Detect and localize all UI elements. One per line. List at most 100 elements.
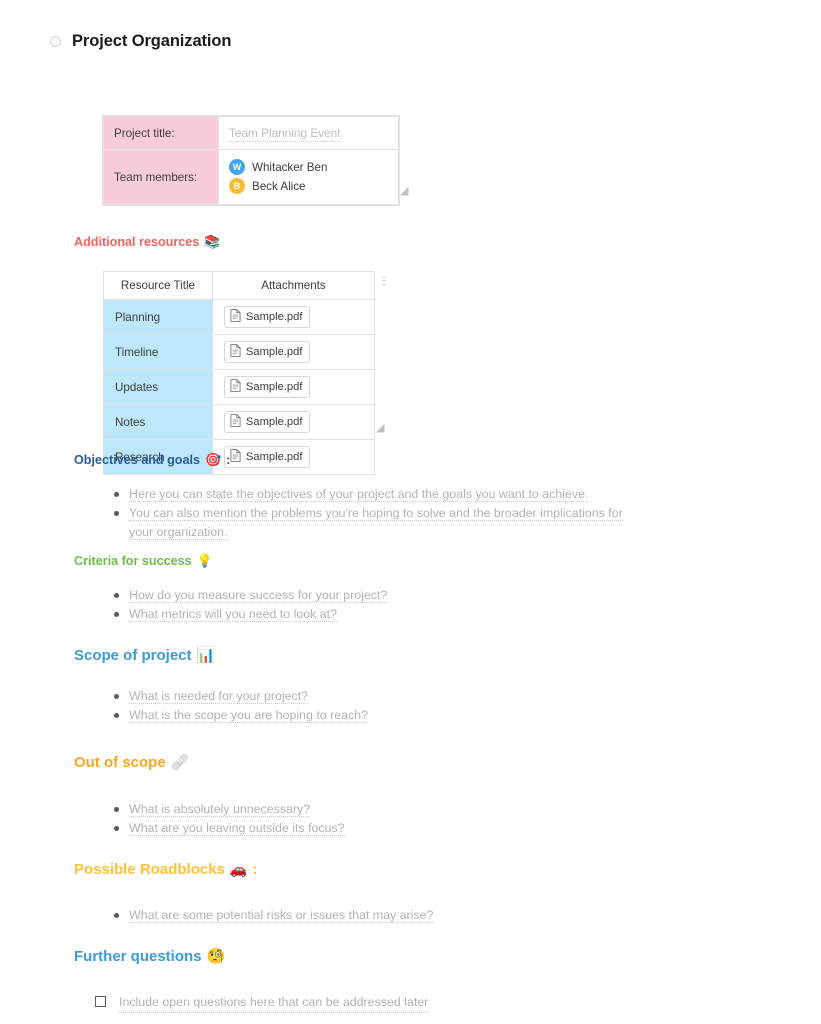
file-icon [230,414,241,430]
section-heading-objectives: Objectives and goals 🎯 : [74,453,230,467]
monocle-face-icon: 🧐 [206,947,226,965]
list-item-text: What is absolutely unnecessary? [129,802,311,817]
list-item-text: What is the scope you are hoping to reac… [129,708,369,723]
attachment-cell[interactable]: Sample.pdf [211,369,376,405]
list-item-text: What are you leaving outside its focus? [129,821,345,836]
list-item[interactable]: W Whitacker Ben [229,159,388,175]
table-header-row: Resource Title Attachments [103,271,376,300]
attachment-cell[interactable]: Sample.pdf [211,334,376,370]
attachment-name: Sample.pdf [245,346,303,358]
list-item[interactable]: How do you measure success for your proj… [100,586,388,605]
attachment-cell[interactable]: Sample.pdf [211,439,376,475]
table-row: Timeline Sample.pdf [103,334,376,370]
attachment-chip[interactable]: Sample.pdf [223,306,311,328]
project-title-cell[interactable]: Team Planning Event [218,116,399,150]
list-item[interactable]: What is absolutely unnecessary? [100,800,345,819]
section-heading-tail: : [226,453,231,467]
member-name: Whitacker Ben [252,160,328,174]
scope-list: What is needed for your project? What is … [100,687,369,725]
list-item-text: You can also mention the problems you're… [129,506,623,540]
table-row: Notes Sample.pdf [103,404,376,440]
resource-title-cell[interactable]: Planning [103,299,213,335]
section-heading-additional-resources: Additional resources 📚 [74,235,220,249]
section-heading-scope: Scope of project 📊 [74,647,215,664]
resource-title-cell[interactable]: Updates [103,369,213,405]
file-icon [230,449,241,465]
table-row: Team members: W Whitacker Ben B Beck Ali… [103,149,399,205]
list-item[interactable]: What are some potential risks or issues … [100,906,434,925]
resize-corner-icon[interactable]: ◢ [376,422,387,433]
list-item-text: What are some potential risks or issues … [129,908,434,923]
list-item[interactable]: You can also mention the problems you're… [100,504,629,542]
lightbulb-icon: 💡 [196,553,213,569]
car-icon: 🚗 [229,861,248,878]
attachment-chip[interactable]: Sample.pdf [223,446,311,468]
radio-circle-icon[interactable] [50,36,61,47]
column-resize-icon[interactable]: ⋮ [379,275,389,289]
dart-target-icon: 🎯 [204,452,222,468]
list-item[interactable]: What is needed for your project? [100,687,368,706]
avatar: B [229,178,245,194]
section-heading-further-questions: Further questions 🧐 [74,948,225,965]
list-item[interactable]: What is the scope you are hoping to reac… [100,706,369,725]
list-item[interactable]: What are you leaving outside its focus? [100,819,345,838]
section-heading-label: Objectives and goals [74,453,200,467]
attachment-name: Sample.pdf [245,381,303,393]
file-icon [230,309,241,325]
attachment-name: Sample.pdf [245,451,303,463]
bar-chart-icon: 📊 [196,646,216,664]
table-row: Updates Sample.pdf [103,369,376,405]
checkbox-icon[interactable] [95,996,106,1007]
list-item-text: Here you can state the objectives of you… [129,487,589,502]
avatar: W [229,159,245,175]
list-item-text: What is needed for your project? [129,689,309,704]
section-heading-roadblocks: Possible Roadblocks 🚗 : [74,861,257,878]
section-heading-label: Criteria for success [74,554,192,568]
team-members-label: Team members: [103,149,219,205]
section-heading-label: Out of scope [74,754,166,771]
list-item[interactable]: Here you can state the objectives of you… [100,485,629,504]
team-members-cell[interactable]: W Whitacker Ben B Beck Alice [218,149,399,205]
page-title: Project Organization [72,32,232,50]
section-heading-out-of-scope: Out of scope 🩹 [74,754,189,771]
section-heading-label: Further questions [74,948,202,965]
out-of-scope-list: What is absolutely unnecessary? What are … [100,800,345,838]
table-row: Project title: Team Planning Event [103,116,399,150]
section-heading-label: Scope of project [74,647,192,664]
books-icon: 📚 [204,234,221,250]
attachment-name: Sample.pdf [245,311,303,323]
attachment-chip[interactable]: Sample.pdf [223,376,311,398]
file-icon [230,379,241,395]
section-heading-tail: : [252,861,258,878]
list-item[interactable]: What metrics will you need to look at? [100,605,387,624]
project-title-input[interactable]: Team Planning Event [229,126,341,142]
section-heading-label: Additional resources [74,235,200,249]
column-header-attachments[interactable]: Attachments [211,271,376,300]
attachment-chip[interactable]: Sample.pdf [223,341,311,363]
list-item-text: How do you measure success for your proj… [129,588,388,603]
section-heading-criteria: Criteria for success 💡 [74,554,213,568]
table-row: Planning Sample.pdf [103,299,376,335]
attachment-chip[interactable]: Sample.pdf [223,411,311,433]
further-questions-checkbox-row[interactable]: Include open questions here that can be … [95,993,429,1013]
checkbox-label: Include open questions here that can be … [119,993,429,1013]
project-info-table: Project title: Team Planning Event Team … [103,116,399,205]
resource-title-cell[interactable]: Notes [103,404,213,440]
resource-title-cell[interactable]: Timeline [103,334,213,370]
list-item-text: What metrics will you need to look at? [129,607,337,622]
crossed-bandages-icon: 🩹 [170,753,190,771]
member-name: Beck Alice [252,179,306,193]
criteria-list: How do you measure success for your proj… [100,586,388,624]
resize-corner-icon[interactable]: ◢ [400,185,411,196]
attachment-name: Sample.pdf [245,416,303,428]
project-title-label: Project title: [103,116,219,150]
objectives-list: Here you can state the objectives of you… [100,485,629,542]
section-heading-label: Possible Roadblocks [74,861,225,878]
file-icon [230,344,241,360]
list-item[interactable]: B Beck Alice [229,178,388,194]
document-title-row: Project Organization [50,32,231,51]
attachment-cell[interactable]: Sample.pdf [211,299,376,335]
roadblocks-list: What are some potential risks or issues … [100,906,434,925]
attachment-cell[interactable]: Sample.pdf [211,404,376,440]
column-header-resource-title[interactable]: Resource Title [103,271,213,300]
